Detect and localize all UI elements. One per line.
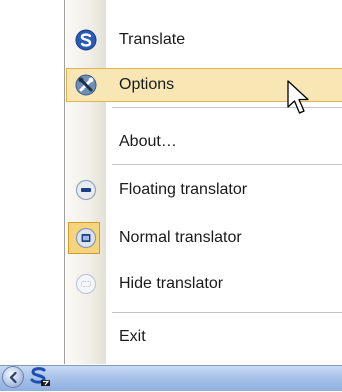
menu-item-exit[interactable]: Exit xyxy=(66,320,342,354)
menu-separator xyxy=(112,164,342,165)
dotted-circle-icon xyxy=(75,273,97,295)
menu-item-translate[interactable]: Translate xyxy=(66,23,342,57)
menu-item-label: Translate xyxy=(119,31,186,48)
minus-circle-icon xyxy=(75,179,97,201)
menu-item-about[interactable]: About… xyxy=(66,125,342,159)
menu-item-normal-translator[interactable]: Normal translator xyxy=(66,221,342,255)
menu-item-label: Floating translator xyxy=(119,181,248,198)
tools-icon xyxy=(75,74,97,96)
mouse-pointer-icon xyxy=(287,80,309,114)
menu-item-label: Hide translator xyxy=(119,275,224,292)
menu-item-label: About… xyxy=(119,133,177,150)
menu-item-floating-translator[interactable]: Floating translator xyxy=(66,173,342,207)
menu-separator xyxy=(112,312,342,313)
square-circle-icon xyxy=(75,227,97,249)
context-menu: Translate Options About… Floating transl… xyxy=(64,0,342,364)
menu-item-label: Exit xyxy=(119,328,146,345)
menu-item-label: Normal translator xyxy=(119,229,242,246)
menu-item-label: Options xyxy=(119,76,175,93)
translate-app-icon xyxy=(75,29,97,51)
menu-item-hide-translator[interactable]: Hide translator xyxy=(66,267,342,301)
chevron-left-icon xyxy=(9,371,17,384)
tray-translator-icon[interactable] xyxy=(28,367,52,387)
taskbar-back-button[interactable] xyxy=(2,366,24,388)
